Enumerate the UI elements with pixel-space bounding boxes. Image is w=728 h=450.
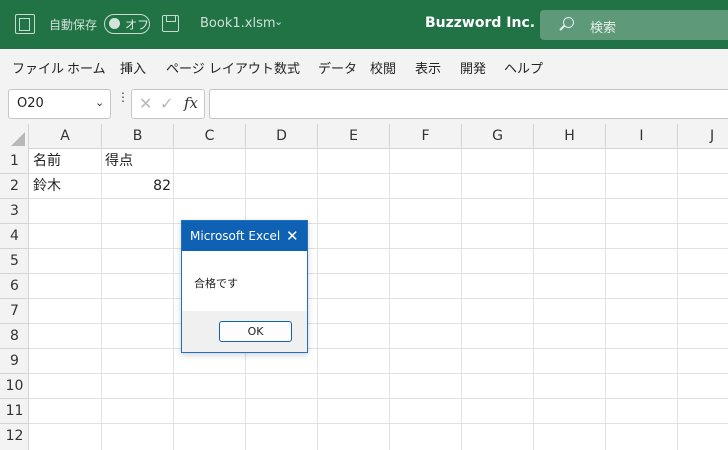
column-header-a[interactable]: A [29,124,102,149]
dialog-title-bar: Microsoft Excel ✕ [182,221,307,251]
menu-view[interactable]: 表示 [415,58,441,77]
column-header-b[interactable]: B [102,124,174,149]
gridline [29,298,728,299]
gridline [29,198,728,199]
column-header-row: A B C D E F G H I J [0,124,728,149]
menu-help[interactable]: ヘルプ [504,58,543,77]
formula-buttons: ✕ ✓ fx [131,89,205,119]
column-header-d[interactable]: D [246,124,318,149]
cell-b2[interactable]: 82 [102,174,171,198]
column-header-g[interactable]: G [462,124,534,149]
dialog-footer: OK [182,311,307,352]
close-icon[interactable]: ✕ [286,227,299,245]
gridline [317,149,318,450]
row-header-1[interactable]: 1 [0,149,29,174]
cell-b1[interactable]: 得点 [105,149,133,173]
excel-app-icon [15,14,35,34]
menu-page-layout[interactable]: ページ レイアウト [166,58,274,77]
menu-review[interactable]: 校閲 [370,58,396,77]
file-name[interactable]: Book1.xlsm [200,16,276,31]
message-box-dialog: Microsoft Excel ✕ 合格です OK [181,220,308,353]
toggle-knob [109,18,120,29]
row-header-6[interactable]: 6 [0,274,29,299]
gridline [29,398,728,399]
cancel-icon[interactable]: ✕ [139,94,152,113]
search-placeholder: 検索 [590,21,617,36]
row-header-10[interactable]: 10 [0,374,29,399]
row-header-3[interactable]: 3 [0,199,29,224]
row-header-4[interactable]: 4 [0,224,29,249]
column-header-e[interactable]: E [318,124,390,149]
row-header-11[interactable]: 11 [0,399,29,424]
gridline [29,423,728,424]
gridline [29,248,728,249]
chevron-down-icon[interactable]: ⌄ [95,96,104,109]
chevron-down-icon[interactable]: ⌄ [274,15,283,28]
formula-bar: O20 ⌄ ⋮ ✕ ✓ fx [0,83,728,124]
column-header-f[interactable]: F [390,124,462,149]
column-header-h[interactable]: H [534,124,606,149]
save-icon[interactable] [162,15,179,32]
ok-button[interactable]: OK [219,321,292,342]
gridline [29,373,728,374]
gridline [29,273,728,274]
autosave-state: オフ [125,18,150,32]
cell-a1[interactable]: 名前 [33,149,61,173]
menu-formulas[interactable]: 数式 [274,58,300,77]
gridline [461,149,462,450]
row-header-5[interactable]: 5 [0,249,29,274]
autosave-toggle[interactable]: オフ [104,14,150,34]
menu-file[interactable]: ファイル [12,58,64,77]
company-name: Buzzword Inc. [425,15,536,31]
gridline [29,223,728,224]
column-header-i[interactable]: I [606,124,678,149]
worksheet-grid[interactable]: A B C D E F G H I J 1 2 3 4 5 6 7 8 9 10… [0,124,728,450]
menu-home[interactable]: ホーム [67,58,106,77]
row-header-8[interactable]: 8 [0,324,29,349]
name-box[interactable]: O20 ⌄ [8,89,111,119]
column-header-c[interactable]: C [174,124,246,149]
gridline [605,149,606,450]
more-options-icon[interactable]: ⋮ [117,91,129,103]
ribbon-menu-bar: ファイル ホーム 挿入 ページ レイアウト 数式 データ 校閲 表示 開発 ヘル… [0,49,728,83]
autosave-label: 自動保存 [49,18,98,32]
gridline [29,348,728,349]
select-all-button[interactable] [0,124,29,149]
dialog-title: Microsoft Excel [190,229,281,243]
menu-insert[interactable]: 挿入 [120,58,146,77]
menu-data[interactable]: データ [318,58,357,77]
row-header-9[interactable]: 9 [0,349,29,374]
check-icon[interactable]: ✓ [160,94,173,113]
search-icon [563,17,574,28]
dialog-message: 合格です [194,277,238,290]
gridline [533,149,534,450]
insert-function-icon[interactable]: fx [184,94,198,112]
row-header-2[interactable]: 2 [0,174,29,199]
cell-a2[interactable]: 鈴木 [33,174,61,198]
gridline [173,149,174,450]
row-header-12[interactable]: 12 [0,424,29,449]
search-box[interactable]: 検索 [540,10,728,40]
formula-input[interactable] [209,89,728,119]
gridline [677,149,678,450]
row-header-7[interactable]: 7 [0,299,29,324]
menu-developer[interactable]: 開発 [460,58,486,77]
title-bar: 自動保存 オフ Book1.xlsm ⌄ Buzzword Inc. 検索 [0,0,728,49]
row-header-column: 1 2 3 4 5 6 7 8 9 10 11 12 [0,149,29,450]
name-box-value: O20 [17,96,44,111]
gridline [389,149,390,450]
gridline [29,323,728,324]
column-header-j[interactable]: J [678,124,728,149]
